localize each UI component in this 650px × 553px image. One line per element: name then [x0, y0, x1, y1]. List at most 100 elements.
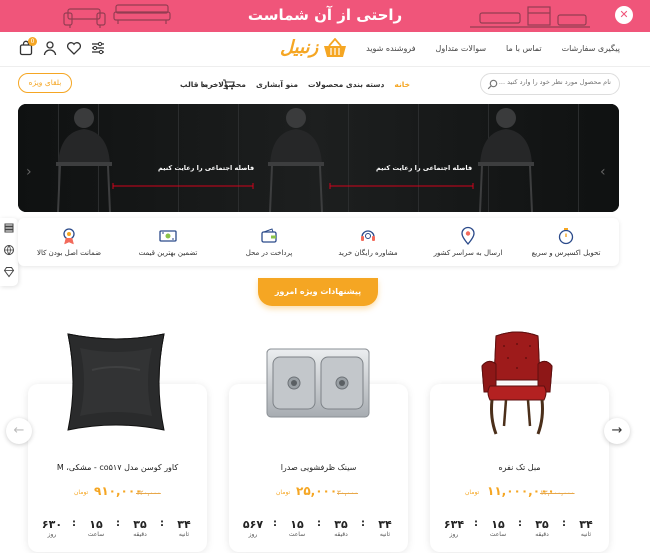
- buy-theme-link[interactable]: خرید قالب: [180, 79, 236, 90]
- feature-label: تضمین بهترین قیمت: [138, 249, 198, 257]
- timer-seconds-label: ثانیه: [178, 531, 190, 538]
- countdown-timer: ۳۴ ثانیه : ۳۵ دقیقه : ۱۵ ساعت : ۵۶۷ روز: [239, 518, 399, 538]
- feature-cash-on-delivery: پرداخت در محل: [224, 226, 314, 257]
- features-strip: تحویل اکسپرس و سریع ارسال به سراسر کشور …: [18, 218, 619, 266]
- wallet-icon: [261, 228, 277, 243]
- cart-icon: [223, 79, 236, 90]
- timer-hours: ۱۵: [89, 518, 103, 531]
- logo-text: زنبیل: [280, 37, 319, 58]
- currency-label: تومان: [465, 489, 480, 496]
- special-offers-title: پیشنهادات ویژه امروز: [258, 278, 378, 306]
- timer-colon: :: [317, 518, 321, 529]
- countdown-timer: ۳۴ ثانیه : ۳۵ دقیقه : ۱۵ ساعت : ۶۳۴ روز: [440, 518, 600, 538]
- nav-faq[interactable]: سوالات متداول: [436, 44, 487, 53]
- timer-days: ۵۶۷: [242, 518, 264, 531]
- top-promo-banner[interactable]: راحتی از آن شماست ✕: [0, 0, 650, 32]
- cart-button[interactable]: 0: [18, 37, 37, 56]
- header-actions: 0: [18, 37, 106, 56]
- timer-hours: ۱۵: [491, 518, 505, 531]
- feature-label: ارسال به سراسر کشور: [433, 249, 503, 257]
- search-icon[interactable]: [487, 79, 498, 90]
- new-price: ۲۵,۰۰۰: [296, 484, 338, 498]
- timer-colon: :: [518, 518, 522, 529]
- armchair-image-front: [481, 331, 553, 435]
- sliders-icon: [92, 41, 104, 55]
- arrow-left-icon: ←: [13, 423, 25, 438]
- timer-colon: :: [273, 518, 277, 529]
- hero-caption-right: فاصله اجتماعی را رعایت کنیم: [376, 164, 473, 172]
- search-input[interactable]: [499, 78, 611, 86]
- feature-free-consulting: مشاوره رایگان خرید: [323, 226, 413, 257]
- feature-label: مشاوره رایگان خرید: [338, 249, 398, 257]
- living-room-illustration-icon: [470, 6, 590, 28]
- heart-icon: [66, 42, 82, 55]
- countdown-timer: ۳۴ ثانیه : ۳۵ دقیقه : ۱۵ ساعت : ۶۳۰ روز: [38, 518, 198, 538]
- timer-hours: ۱۵: [290, 518, 304, 531]
- user-icon: [43, 41, 57, 56]
- product-name[interactable]: مبل تک نفره: [430, 463, 609, 472]
- timer-minutes: ۳۵: [334, 518, 348, 531]
- product-name[interactable]: سینک ظرفشویی صدرا: [229, 463, 408, 472]
- stack-icon[interactable]: [3, 222, 15, 234]
- timer-seconds: ۳۴: [378, 518, 392, 531]
- timer-colon: :: [160, 518, 164, 529]
- close-icon[interactable]: ✕: [615, 6, 633, 24]
- new-price: ۹۱۰,۰۰۰: [94, 484, 143, 498]
- new-price: ۱۱,۰۰۰,۰۰۰: [487, 484, 555, 498]
- feature-authenticity: ضمانت اصل بودن کالا: [24, 226, 114, 257]
- nav-contact[interactable]: تماس با ما: [506, 44, 542, 53]
- carousel-next-button[interactable]: →: [604, 418, 630, 444]
- product-name[interactable]: کاور کوسن مدل co۵۱۷ - مشکی، M: [28, 463, 207, 472]
- nav-home[interactable]: خانه: [394, 80, 410, 89]
- hero-prev-icon[interactable]: ‹: [26, 164, 32, 180]
- feature-label: ضمانت اصل بودن کالا: [36, 249, 102, 257]
- hero-banner[interactable]: فاصله اجتماعی را رعایت کنیم فاصله اجتماع…: [18, 104, 619, 212]
- timer-seconds-label: ثانیه: [379, 531, 391, 538]
- timer-seconds-label: ثانیه: [580, 531, 592, 538]
- feature-label: پرداخت در محل: [245, 249, 293, 257]
- wishlist-button[interactable]: [66, 40, 82, 56]
- feature-best-price: تضمین بهترین قیمت: [123, 226, 213, 257]
- top-nav: پیگیری سفارشات تماس با ما سوالات متداول …: [366, 44, 620, 53]
- award-icon: [63, 228, 75, 245]
- currency-label: تومان: [276, 489, 291, 496]
- buy-theme-label: خرید قالب: [180, 80, 219, 89]
- feature-nationwide-shipping: ارسال به سراسر کشور: [423, 226, 513, 257]
- special-offer-button[interactable]: بلقای ویژه: [18, 73, 72, 93]
- timer-hours-label: ساعت: [489, 531, 507, 538]
- search-box[interactable]: [480, 73, 620, 95]
- nav-mega-menu[interactable]: منو آبشاری: [256, 80, 298, 89]
- timer-colon: :: [72, 518, 76, 529]
- money-icon: [159, 230, 177, 242]
- timer-days: ۶۳۰: [41, 518, 63, 531]
- timer-minutes-label: دقیقه: [535, 531, 549, 538]
- cart-count-badge: 0: [28, 37, 37, 46]
- hero-scene-image: [18, 104, 619, 212]
- carousel-prev-button[interactable]: ←: [6, 418, 32, 444]
- timer-colon: :: [474, 518, 478, 529]
- currency-label: تومان: [74, 489, 89, 496]
- arrow-right-icon: →: [611, 423, 623, 438]
- timer-colon: :: [361, 518, 365, 529]
- old-price: ۳۰,۰۰۰: [337, 489, 359, 497]
- timer-minutes-label: دقیقه: [334, 531, 348, 538]
- compare-button[interactable]: [90, 40, 106, 56]
- account-button[interactable]: [42, 40, 58, 56]
- nav-categories[interactable]: دسته بندی محصولات: [308, 80, 384, 89]
- globe-icon[interactable]: [3, 244, 15, 256]
- basket-logo-icon: [324, 37, 347, 57]
- logo[interactable]: زنبیل: [280, 37, 348, 58]
- floating-sidebar: [0, 218, 18, 286]
- timer-colon: :: [116, 518, 120, 529]
- nav-become-seller[interactable]: فروشنده شوید: [366, 44, 415, 53]
- timer-minutes: ۳۵: [133, 518, 147, 531]
- timer-colon: :: [562, 518, 566, 529]
- hero-next-icon[interactable]: ›: [600, 164, 606, 180]
- diamond-icon[interactable]: [3, 266, 15, 278]
- map-pin-icon: [461, 226, 475, 245]
- timer-hours-label: ساعت: [288, 531, 306, 538]
- nav-track-orders[interactable]: پیگیری سفارشات: [562, 44, 620, 53]
- headset-icon: [361, 230, 375, 241]
- timer-days-label: روز: [248, 531, 258, 538]
- feature-express-delivery: تحویل اکسپرس و سریع: [521, 226, 611, 257]
